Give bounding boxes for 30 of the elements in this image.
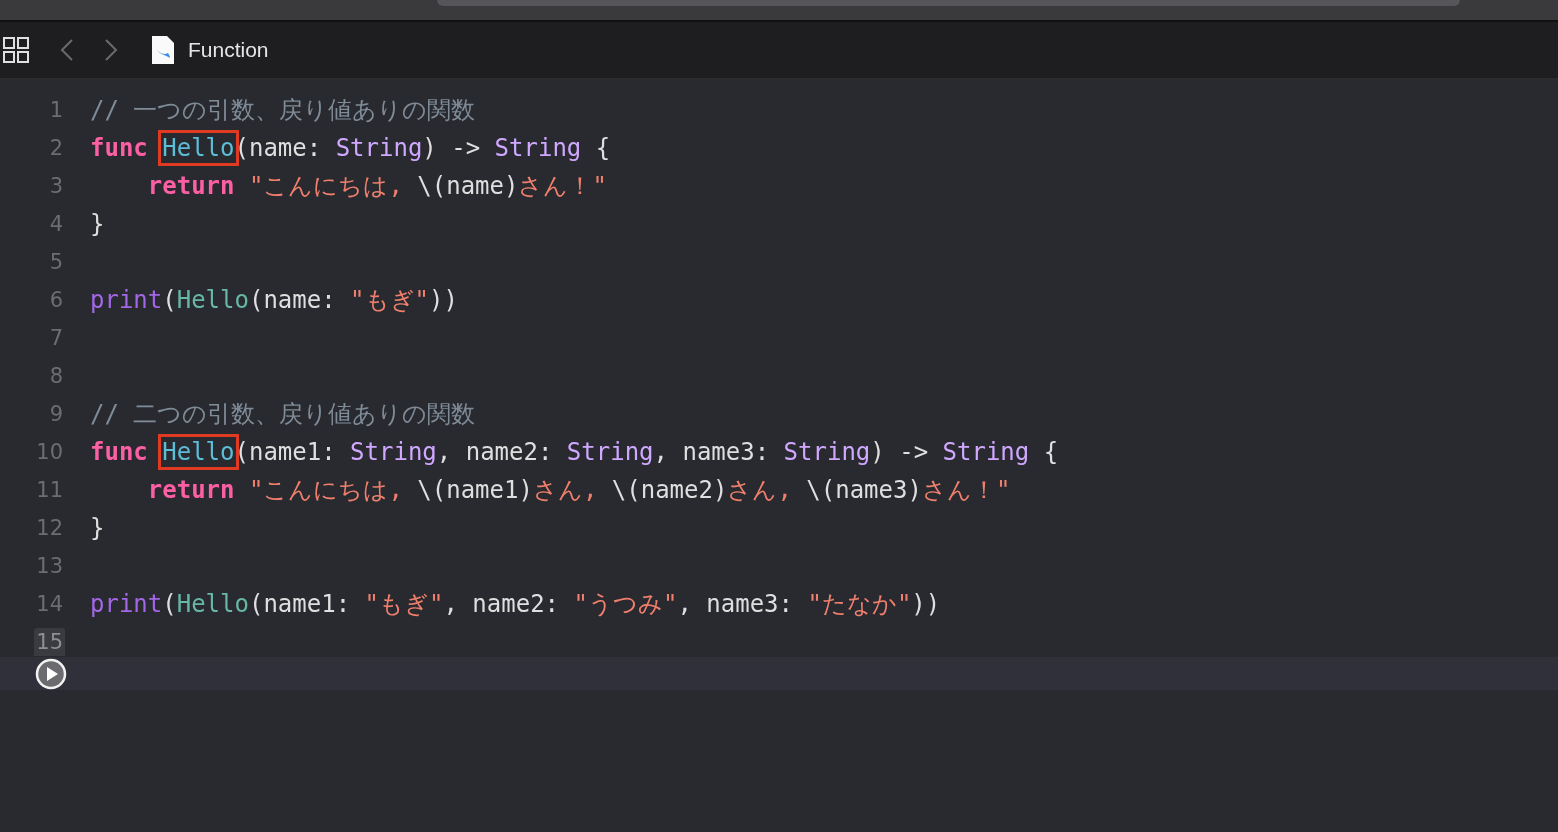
line-number: 10 xyxy=(35,440,64,464)
code-line: return "こんにちは, \(name1)さん, \(name2)さん, \(name3)さん！" xyxy=(146,475,1011,506)
forward-icon[interactable] xyxy=(104,38,118,62)
grid-icon[interactable] xyxy=(3,36,30,64)
line-number: 14 xyxy=(35,592,64,616)
line-number: 12 xyxy=(35,516,64,540)
code-line: print(Hello(name: "もぎ")) xyxy=(90,285,458,316)
line-number: 7 xyxy=(48,326,64,350)
code-line: // 二つの引数、戻り値ありの関数 xyxy=(90,399,476,430)
line-number: 13 xyxy=(35,554,64,578)
code-line: // 一つの引数、戻り値ありの関数 xyxy=(90,95,476,126)
code-line: } xyxy=(90,514,105,542)
line-number: 1 xyxy=(48,98,64,122)
line-number: 9 xyxy=(48,402,64,426)
line-number: 15 xyxy=(34,628,65,656)
code-line: return "こんにちは, \(name)さん！" xyxy=(146,171,607,202)
line-number: 5 xyxy=(48,250,64,274)
line-number: 2 xyxy=(48,136,64,160)
swift-file-icon xyxy=(152,36,174,64)
code-line: print(Hello(name1: "もぎ", name2: "うつみ", name3: "たなか")) xyxy=(90,589,941,620)
play-icon[interactable] xyxy=(35,657,67,690)
line-number: 11 xyxy=(35,478,64,502)
line-number: 3 xyxy=(48,174,64,198)
scroll-bar[interactable] xyxy=(437,0,1460,6)
code-line: } xyxy=(90,210,105,238)
back-icon[interactable] xyxy=(60,38,74,62)
line-number: 6 xyxy=(48,288,64,312)
line-number: 4 xyxy=(48,212,64,236)
line-number: 8 xyxy=(48,364,64,388)
file-title: Function xyxy=(188,38,269,62)
